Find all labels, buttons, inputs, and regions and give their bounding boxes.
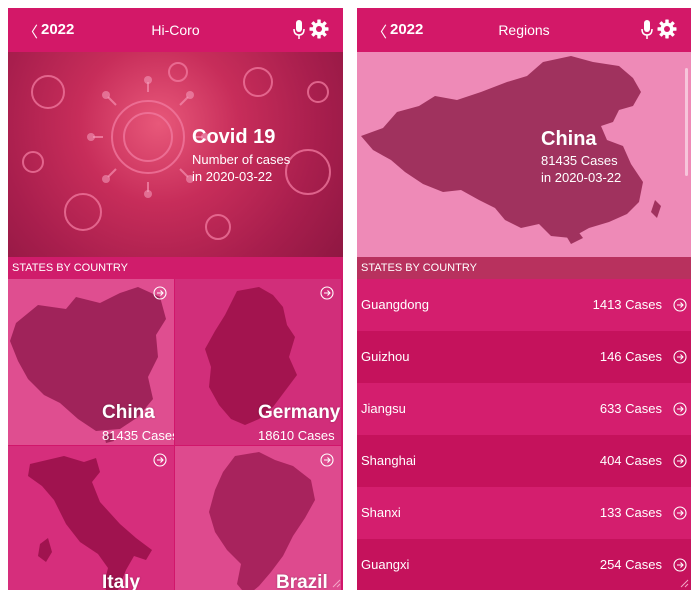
- country-cases: 81435 Cases: [102, 428, 174, 443]
- microphone-icon[interactable]: [641, 20, 653, 40]
- resize-grip-icon[interactable]: [680, 579, 689, 588]
- region-name: Guangdong: [361, 297, 429, 312]
- region-cases: 1413 Cases: [592, 297, 662, 312]
- country-name: China: [102, 402, 155, 423]
- region-row-guizhou[interactable]: Guizhou 146 Cases: [357, 331, 691, 383]
- region-name: Guizhou: [361, 349, 410, 364]
- home-screen: 〈 2022 Hi-Coro Covid 19 Number of cases …: [8, 8, 343, 590]
- region-name: Shanxi: [361, 505, 401, 520]
- app-header: 〈 2022 Regions: [357, 8, 691, 52]
- arrow-circle-right-icon[interactable]: [673, 350, 687, 364]
- app-header: 〈 2022 Hi-Coro: [8, 8, 343, 52]
- section-header: STATES BY COUNTRY: [8, 257, 343, 279]
- region-row-shanghai[interactable]: Shanghai 404 Cases: [357, 435, 691, 487]
- brazil-map: [209, 452, 315, 590]
- hero-title: China: [541, 128, 597, 150]
- virus-icon: [22, 62, 331, 240]
- region-row-guangxi[interactable]: Guangxi 254 Cases: [357, 539, 691, 590]
- country-tile-brazil[interactable]: Brazil: [175, 446, 341, 590]
- hero-date: in 2020-03-22: [541, 170, 622, 185]
- scrollbar[interactable]: [685, 68, 688, 176]
- resize-grip-icon[interactable]: [332, 579, 341, 588]
- italy-map: [28, 456, 152, 590]
- region-name: Shanghai: [361, 453, 416, 468]
- covid-hero-banner: Covid 19 Number of cases in 2020-03-22: [8, 52, 343, 257]
- hero-subtitle: Number of cases: [192, 152, 291, 167]
- regions-screen: 〈 2022 Regions China 81435 Cases in 2020…: [357, 8, 691, 590]
- country-name: Germany: [258, 402, 341, 423]
- gear-icon[interactable]: [657, 19, 677, 39]
- region-row-guangdong[interactable]: Guangdong 1413 Cases: [357, 279, 691, 331]
- country-name: Italy: [102, 572, 141, 590]
- region-cases: 254 Cases: [599, 557, 662, 572]
- country-tile-italy[interactable]: Italy: [8, 446, 174, 590]
- hero-cases: 81435 Cases: [541, 153, 618, 168]
- country-tile-china[interactable]: China 81435 Cases: [8, 279, 174, 445]
- region-row-jiangsu[interactable]: Jiangsu 633 Cases: [357, 383, 691, 435]
- arrow-circle-right-icon[interactable]: [153, 453, 167, 467]
- arrow-circle-right-icon[interactable]: [673, 558, 687, 572]
- arrow-circle-right-icon[interactable]: [673, 298, 687, 312]
- region-row-shanxi[interactable]: Shanxi 133 Cases: [357, 487, 691, 539]
- arrow-circle-right-icon[interactable]: [673, 454, 687, 468]
- region-cases: 133 Cases: [599, 505, 662, 520]
- arrow-circle-right-icon[interactable]: [153, 286, 167, 300]
- arrow-circle-right-icon[interactable]: [673, 402, 687, 416]
- region-cases: 146 Cases: [599, 349, 662, 364]
- hero-date: in 2020-03-22: [192, 169, 273, 184]
- arrow-circle-right-icon[interactable]: [673, 506, 687, 520]
- gear-icon[interactable]: [309, 19, 329, 39]
- arrow-circle-right-icon[interactable]: [320, 453, 334, 467]
- region-name: Jiangsu: [361, 401, 406, 416]
- country-cases: 18610 Cases: [258, 428, 335, 443]
- arrow-circle-right-icon[interactable]: [320, 286, 334, 300]
- country-hero-banner: China 81435 Cases in 2020-03-22: [357, 52, 691, 257]
- country-tile-germany[interactable]: Germany 18610 Cases: [175, 279, 341, 445]
- hero-title: Covid 19: [192, 126, 276, 148]
- region-name: Guangxi: [361, 557, 410, 572]
- section-header: STATES BY COUNTRY: [357, 257, 691, 279]
- china-map: [361, 56, 661, 244]
- microphone-icon[interactable]: [293, 20, 305, 40]
- region-cases: 404 Cases: [599, 453, 662, 468]
- region-cases: 633 Cases: [599, 401, 662, 416]
